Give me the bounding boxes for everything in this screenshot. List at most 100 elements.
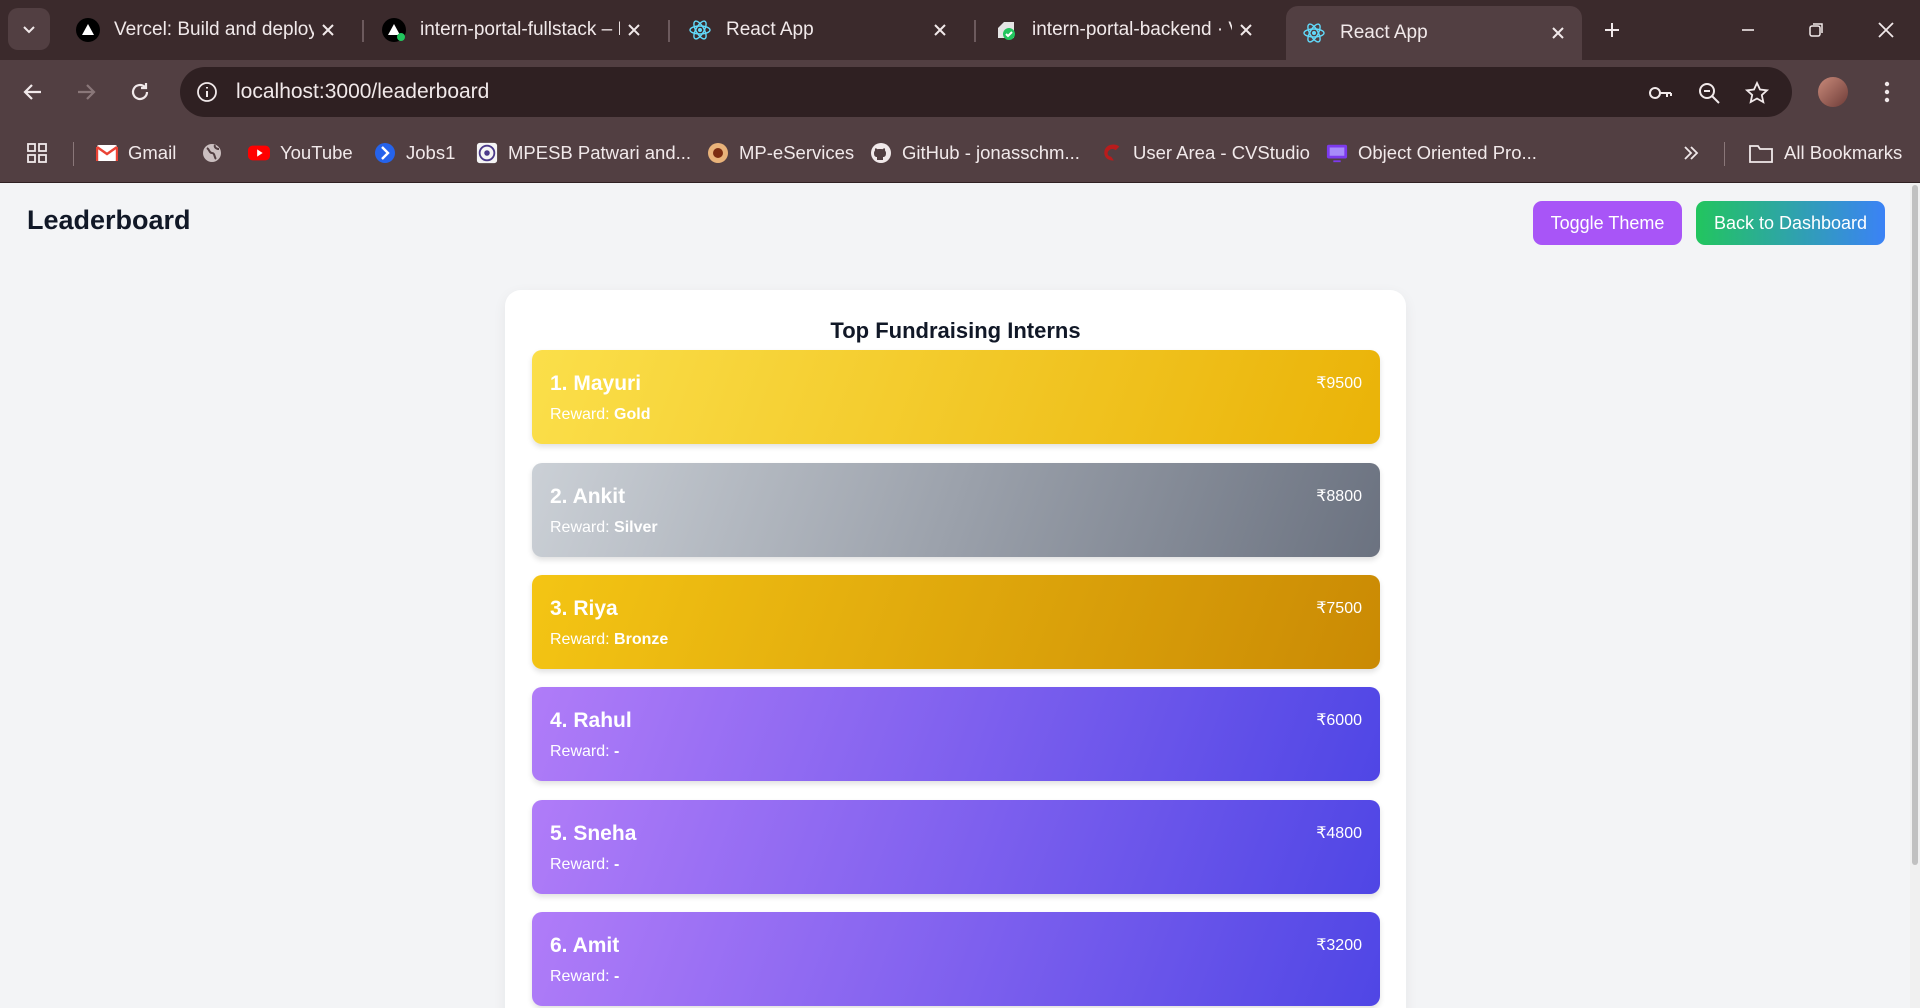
tab-2[interactable]: React App (672, 6, 964, 54)
tab-title: intern-portal-backend · Verc (1032, 19, 1232, 40)
double-chevron-right-icon (1680, 142, 1702, 164)
minimize-button[interactable] (1730, 12, 1766, 48)
url-text: localhost:3000/leaderboard (236, 80, 490, 103)
new-tab-button[interactable] (1596, 14, 1628, 46)
bookmark-youtube[interactable]: YouTube (248, 138, 353, 168)
arrow-left-icon (23, 84, 41, 100)
amount-raised: ₹4800 (1316, 825, 1362, 842)
mpesb-icon (476, 142, 498, 164)
gmail-icon (96, 142, 118, 164)
reward-prefix: Reward: (550, 743, 610, 760)
reload-button[interactable] (122, 74, 158, 110)
bookmark-label: User Area - CVStudio (1133, 142, 1310, 163)
tab-title: React App (726, 19, 814, 40)
close-window-button[interactable] (1868, 12, 1904, 48)
reward-prefix: Reward: (550, 519, 610, 536)
bookmark-label: MPESB Patwari and... (508, 142, 692, 163)
bookmark-cvstudio[interactable]: User Area - CVStudio (1101, 138, 1310, 168)
leaderboard-row: 3. Riya ₹7500 Reward: Bronze (532, 575, 1380, 669)
forward-button[interactable] (68, 74, 104, 110)
bookmark-label: Gmail (128, 142, 177, 163)
bookmark-jobs1[interactable]: Jobs1 (374, 138, 455, 168)
bookmark-globe[interactable] (201, 138, 233, 168)
all-bookmarks-button[interactable]: All Bookmarks (1748, 138, 1902, 168)
tab-1[interactable]: intern-portal-fullstack – Depl (366, 6, 658, 54)
key-icon[interactable] (1646, 79, 1674, 107)
leaderboard-row: 4. Rahul ₹6000 Reward: - (532, 687, 1380, 781)
restore-button[interactable] (1798, 12, 1834, 48)
jobs-icon (374, 142, 396, 164)
github-icon (870, 142, 892, 164)
cvstudio-icon (1101, 142, 1123, 164)
intern-name: 5. Sneha (550, 822, 637, 845)
tab-separator (668, 20, 670, 42)
apps-button[interactable] (26, 138, 58, 168)
amount-raised: ₹9500 (1316, 375, 1362, 392)
reward-value: Silver (614, 519, 658, 536)
zoom-icon[interactable] (1695, 79, 1723, 107)
bookmark-github[interactable]: GitHub - jonasschm... (870, 138, 1080, 168)
tab-strip: Vercel: Build and deploy the intern-port… (0, 0, 1920, 60)
reward-prefix: Reward: (550, 631, 610, 648)
tab-3[interactable]: intern-portal-backend · Verc (978, 6, 1270, 54)
arrow-right-icon (78, 84, 96, 100)
chevron-down-icon (23, 26, 35, 34)
tab-4-active[interactable]: React App (1286, 6, 1582, 60)
bookmark-mpesb[interactable]: MPESB Patwari and... (476, 138, 691, 168)
menu-button[interactable] (1872, 76, 1902, 108)
back-button[interactable] (15, 74, 51, 110)
bookmark-separator (73, 142, 74, 166)
intern-name: 3. Riya (550, 597, 618, 620)
site-info-icon[interactable] (194, 79, 220, 105)
leaderboard-card: Top Fundraising Interns 1. Mayuri ₹9500 … (505, 290, 1406, 1008)
close-tab-icon[interactable] (314, 16, 342, 44)
minimize-icon (1742, 29, 1754, 31)
toggle-theme-button[interactable]: Toggle Theme (1533, 201, 1682, 245)
close-tab-icon[interactable] (926, 16, 954, 44)
leaderboard-title: Top Fundraising Interns (830, 318, 1081, 343)
restore-icon (1809, 23, 1823, 37)
bookmark-label: Jobs1 (406, 142, 456, 163)
tab-title: Vercel: Build and deploy the (114, 19, 314, 40)
intern-name: 2. Ankit (550, 485, 626, 508)
reward-line: Reward: - (550, 743, 619, 761)
profile-avatar[interactable] (1818, 77, 1848, 107)
close-tab-icon[interactable] (1232, 16, 1260, 44)
apps-grid-icon (26, 142, 48, 164)
vercel-icon (382, 18, 406, 42)
bookmark-gmail[interactable]: Gmail (96, 138, 176, 168)
reward-value: - (614, 856, 620, 873)
close-tab-icon[interactable] (620, 16, 648, 44)
close-icon (1878, 22, 1894, 38)
reward-value: - (614, 968, 620, 985)
address-bar[interactable]: localhost:3000/leaderboard (180, 67, 1792, 117)
reward-value: - (614, 743, 620, 760)
plus-icon (1605, 23, 1619, 37)
folder-icon (1748, 142, 1774, 164)
reward-line: Reward: Silver (550, 519, 658, 537)
amount-raised: ₹7500 (1316, 600, 1362, 617)
bookmark-oop[interactable]: Object Oriented Pro... (1326, 138, 1537, 168)
bookmark-label: Object Oriented Pro... (1358, 142, 1537, 163)
star-icon[interactable] (1743, 79, 1771, 107)
more-bookmarks-button[interactable] (1680, 138, 1712, 168)
leaderboard-row: 2. Ankit ₹8800 Reward: Silver (532, 463, 1380, 557)
tab-title: React App (1340, 22, 1428, 43)
bookmark-separator (1724, 142, 1725, 166)
page-scrollbar[interactable] (1910, 183, 1920, 1008)
tab-search-button[interactable] (8, 8, 50, 50)
tab-0[interactable]: Vercel: Build and deploy the (60, 6, 352, 54)
bookmark-label: MP-eServices (739, 142, 855, 163)
reward-prefix: Reward: (550, 856, 610, 873)
reward-value: Bronze (614, 631, 669, 648)
back-to-dashboard-button[interactable]: Back to Dashboard (1696, 201, 1885, 245)
vercel-icon (76, 18, 100, 42)
reward-line: Reward: Bronze (550, 631, 668, 649)
reward-line: Reward: - (550, 968, 619, 986)
bookmark-mp-eservices[interactable]: MP-eServices (707, 138, 854, 168)
amount-raised: ₹8800 (1316, 488, 1362, 505)
bookmark-label: GitHub - jonasschm... (902, 142, 1080, 163)
close-tab-icon[interactable] (1544, 19, 1572, 47)
scrollbar-thumb[interactable] (1912, 185, 1918, 865)
reward-line: Reward: Gold (550, 406, 650, 424)
